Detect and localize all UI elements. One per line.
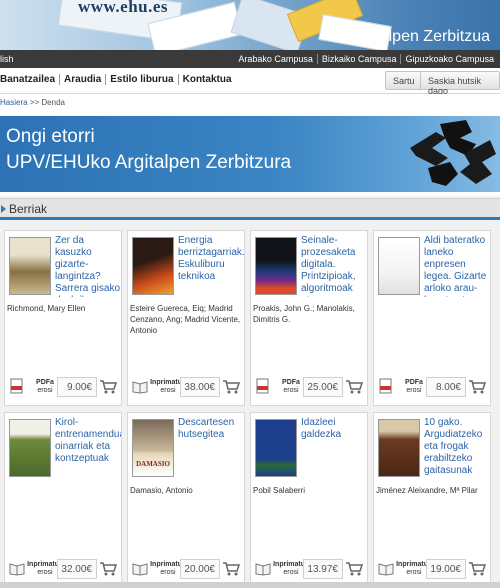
nav-menu: Banatzailea Araudia Estilo liburua Konta… [0,74,236,85]
login-button[interactable]: Sartu [385,71,423,90]
book-author: Proakis, John G.; Manolakis, Dimitris G. [253,304,355,324]
price-field: 8.00€ [426,377,466,397]
site-header: www.ehu.es Argitalpen Zerbitzua [0,0,500,50]
section-header: Berriak [0,198,500,220]
top-bar: lish Arabako Campusa Bizkaiko Campusa Gi… [0,50,500,68]
site-title: Argitalpen Zerbitzua [346,28,490,45]
main-nav: Banatzailea Araudia Estilo liburua Konta… [0,68,500,96]
book-title-link[interactable]: Aldi bateratko laneko enpresen legea. Gi… [424,235,490,297]
buy-row: PDFa erosi 8.00€ [374,371,490,405]
nav-item-banatzailea[interactable]: Banatzailea [0,74,59,85]
price-field: 9.00€ [57,377,97,397]
university-logo-icon [410,120,496,186]
add-to-cart-icon[interactable] [222,561,240,577]
product-card[interactable]: DAMASIO Descartesen hutsegitea Damasio, An… [127,412,245,588]
page: www.ehu.es Argitalpen Zerbitzua lish Ara… [0,0,500,588]
product-card[interactable]: 10 gako. Argudiatzeko eta frogak erabilt… [373,412,491,588]
book-cover[interactable] [378,419,420,477]
product-card[interactable]: Energia berriztagarriak. Eskuliburu tekn… [127,230,245,406]
campus-link-gipuzkoa[interactable]: Gipuzkoako Campusa [400,54,498,64]
book-title-link[interactable]: Energia berriztagarriak. Eskuliburu tekn… [178,235,244,297]
price-field: 38.00€ [180,377,220,397]
buy-row: PDFa erosi 25.00€ [251,371,367,405]
book-author: Jiménez Aleixandre, Mª Pilar [376,486,478,495]
nav-item-araudia[interactable]: Araudia [59,74,105,85]
book-cover[interactable] [378,237,420,295]
book-cover[interactable] [9,419,51,477]
book-cover[interactable]: DAMASIO [132,419,174,477]
buy-row: Inprimatua erosi 38.00€ [128,371,244,405]
book-author: Pobil Salaberri [253,486,306,495]
welcome-subheading: UPV/EHUko Argitalpen Zerbitzura [6,152,292,173]
book-title-link[interactable]: Kirol-entrenamenduare oinarriak eta kont… [55,417,121,479]
price-field: 32.00€ [57,559,97,579]
open-book-icon [9,563,25,576]
product-card[interactable]: Seinale-prozesaketa digitala. Printzipio… [250,230,368,406]
book-author: Damasio, Antonio [130,486,193,495]
product-card[interactable]: Idazleei galdezka Pobil Salaberri Inprimat… [250,412,368,588]
book-author: Richmond, Mary Ellen [7,304,86,313]
welcome-band: Ongi etorri UPV/EHUko Argitalpen Zerbitz… [0,116,500,192]
add-to-cart-icon[interactable] [468,379,486,395]
buy-row: PDFa erosi 9.00€ [5,371,121,405]
add-to-cart-icon[interactable] [345,561,363,577]
product-card[interactable]: Zer da kasuzko gizarte-langintza? Sarrer… [4,230,122,406]
breadcrumb-separator: >> [29,98,40,107]
welcome-banner: Ongi etorri UPV/EHUko Argitalpen Zerbitz… [0,112,500,196]
price-field: 25.00€ [303,377,343,397]
open-book-icon [378,563,394,576]
section-title: Berriak [9,202,48,216]
cover-author: DAMASIO [136,460,170,468]
price-field: 20.00€ [180,559,220,579]
breadcrumb: Hasiera >> Denda [0,94,500,112]
open-book-icon [132,381,148,394]
open-book-icon [255,563,271,576]
breadcrumb-current: Denda [41,98,65,107]
bottom-bar [0,582,500,588]
book-cover[interactable] [255,419,297,477]
site-url[interactable]: www.ehu.es [78,0,168,17]
book-title-link[interactable]: Seinale-prozesaketa digitala. Printzipio… [301,235,367,297]
product-card[interactable]: Kirol-entrenamenduare oinarriak eta kont… [4,412,122,588]
campus-link-araba[interactable]: Arabako Campusa [234,54,317,64]
add-to-cart-icon[interactable] [222,379,240,395]
add-to-cart-icon[interactable] [99,561,117,577]
open-book-icon [132,563,148,576]
add-to-cart-icon[interactable] [99,379,117,395]
book-title-link[interactable]: Idazleei galdezka [301,417,367,479]
book-title-link[interactable]: Zer da kasuzko gizarte-langintza? Sarrer… [55,235,121,297]
welcome-heading: Ongi etorri [6,126,95,147]
campus-link-bizkaia[interactable]: Bizkaiko Campusa [316,54,401,64]
section-arrow-icon [1,205,6,213]
add-to-cart-icon[interactable] [468,561,486,577]
book-author: Esteire Guereca, Eiq; Madrid Cenzano, An… [130,304,241,335]
pdf-book-icon [379,378,392,394]
nav-item-estilo-liburua[interactable]: Estilo liburua [105,74,177,85]
pdf-book-icon [10,378,23,394]
price-field: 13.97€ [303,559,343,579]
product-grid: Zer da kasuzko gizarte-langintza? Sarrer… [0,226,500,588]
price-field: 19.00€ [426,559,466,579]
add-to-cart-icon[interactable] [345,379,363,395]
cart-button[interactable]: Saskia hutsik dago [420,71,500,96]
book-cover[interactable] [255,237,297,295]
book-cover[interactable] [9,237,51,295]
product-card[interactable]: Aldi bateratko laneko enpresen legea. Gi… [373,230,491,406]
book-cover[interactable] [132,237,174,295]
book-title-link[interactable]: 10 gako. Argudiatzeko eta frogak erabilt… [424,417,490,479]
nav-item-kontaktua[interactable]: Kontaktua [177,74,236,85]
book-title-link[interactable]: Descartesen hutsegitea [178,417,244,479]
campus-links: Arabako Campusa Bizkaiko Campusa Gipuzko… [234,54,498,64]
pdf-book-icon [256,378,269,394]
breadcrumb-home[interactable]: Hasiera [0,98,28,107]
language-link[interactable]: lish [0,54,14,64]
